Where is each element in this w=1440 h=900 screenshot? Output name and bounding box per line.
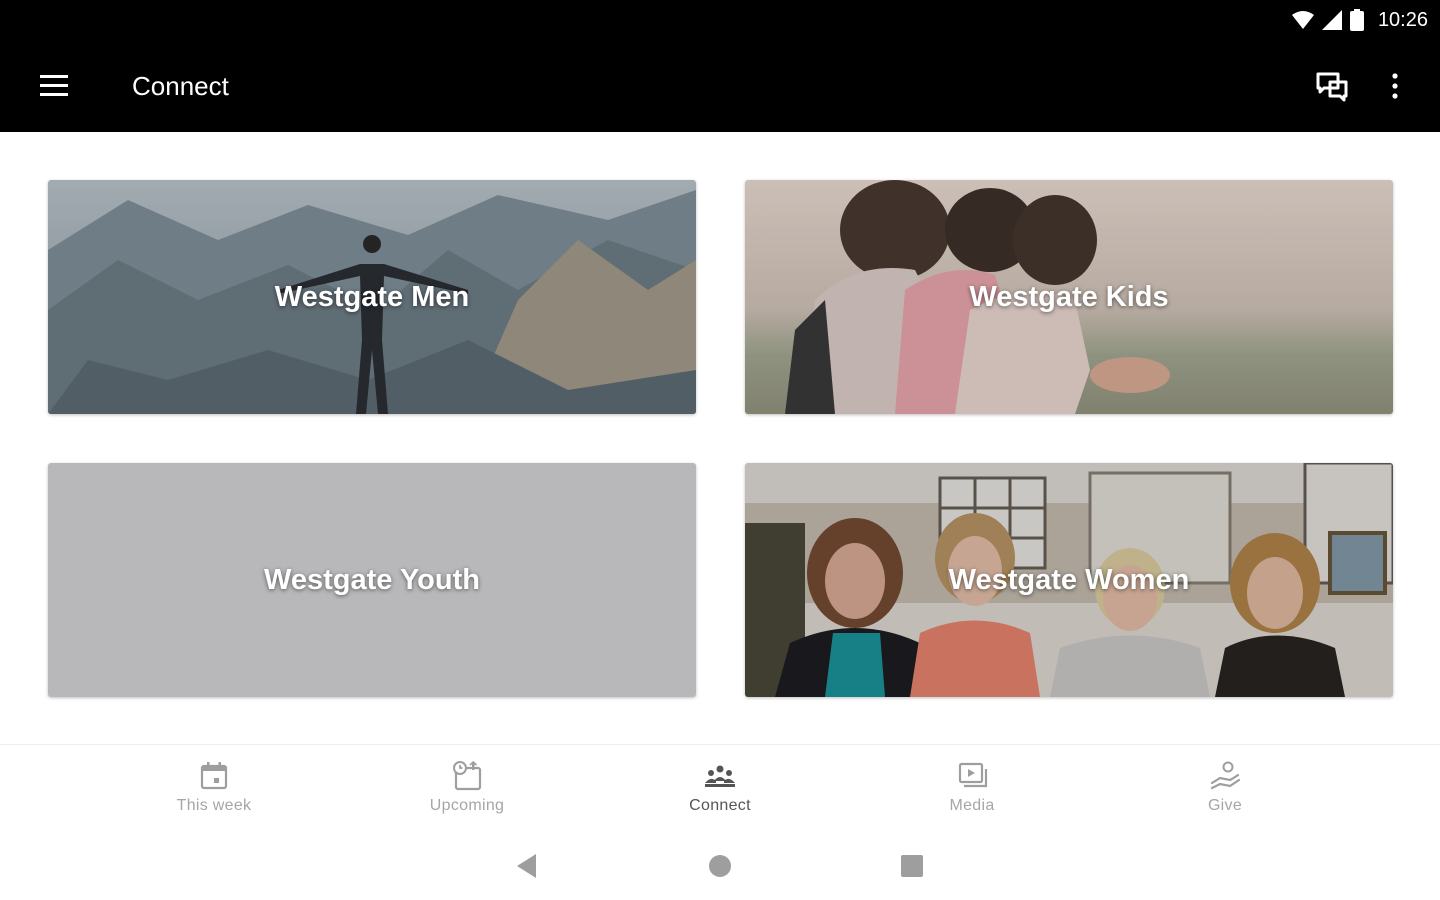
system-home-button[interactable] — [704, 850, 736, 882]
media-icon — [958, 762, 988, 788]
page-title: Connect — [132, 71, 229, 101]
tab-label: This week — [176, 797, 252, 814]
system-recents-button[interactable] — [896, 850, 928, 882]
tab-media[interactable]: Media — [892, 745, 1052, 831]
card-label: Westgate Kids — [969, 280, 1169, 313]
tab-label: Give — [1207, 797, 1243, 814]
system-back-button[interactable] — [512, 850, 544, 882]
bottom-navigation: This week Upcoming Connect Media Give — [0, 744, 1440, 830]
app-bar: Connect — [0, 40, 1440, 132]
wifi-icon — [1291, 11, 1314, 29]
give-hand-icon — [1210, 761, 1241, 790]
card-westgate-kids[interactable]: Westgate Kids — [745, 180, 1393, 414]
tab-this-week[interactable]: This week — [134, 745, 294, 831]
calendar-icon — [200, 762, 228, 790]
chat-button[interactable] — [1310, 66, 1354, 106]
chat-bubbles-icon — [1316, 72, 1348, 102]
card-westgate-women[interactable]: Westgate Women — [745, 463, 1393, 697]
status-icons: 10:26 — [1291, 6, 1428, 34]
menu-button[interactable] — [34, 68, 74, 104]
card-westgate-men[interactable]: Westgate Men — [48, 180, 696, 414]
tab-connect[interactable]: Connect — [640, 745, 800, 831]
more-vert-icon — [1392, 73, 1398, 99]
back-triangle-icon — [517, 854, 536, 878]
more-options-button[interactable] — [1380, 66, 1410, 106]
hamburger-menu-icon — [40, 75, 68, 96]
card-label: Westgate Women — [948, 563, 1190, 596]
status-bar: 10:26 — [0, 0, 1440, 40]
cell-signal-icon — [1321, 10, 1342, 30]
card-label: Westgate Men — [274, 280, 470, 313]
tab-label: Media — [949, 797, 995, 814]
tab-give[interactable]: Give — [1145, 745, 1305, 831]
upcoming-calendar-icon — [453, 760, 482, 791]
battery-icon — [1349, 9, 1364, 31]
status-time: 10:26 — [1377, 8, 1428, 31]
home-circle-icon — [709, 855, 731, 877]
recents-square-icon — [901, 855, 923, 877]
tab-label: Upcoming — [429, 797, 505, 814]
tab-upcoming[interactable]: Upcoming — [387, 745, 547, 831]
card-westgate-youth[interactable]: Westgate Youth — [48, 463, 696, 697]
people-group-icon — [705, 765, 735, 787]
tab-label: Connect — [689, 797, 751, 814]
card-label: Westgate Youth — [264, 563, 480, 596]
system-navigation-bar — [0, 830, 1440, 900]
